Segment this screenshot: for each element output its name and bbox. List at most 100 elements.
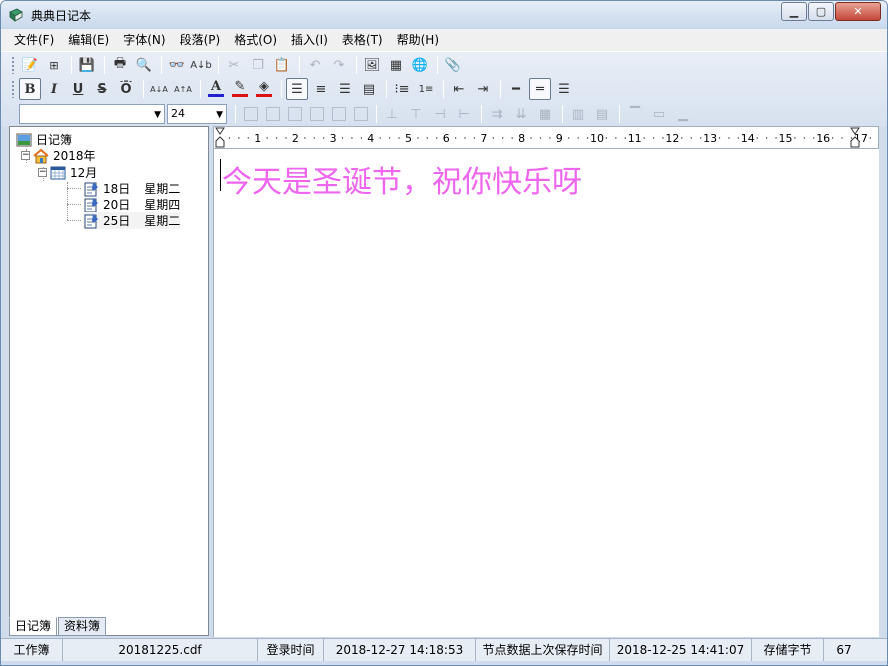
border-all-icon[interactable] — [244, 107, 258, 121]
insert-table-button[interactable]: ▦ — [385, 54, 407, 76]
tree-button[interactable]: ⊞ — [43, 54, 65, 76]
collapse-icon[interactable]: − — [21, 151, 30, 160]
font-name-combo[interactable]: ▼ — [19, 104, 165, 124]
align-right-icon: ☰ — [339, 81, 351, 97]
valign-middle-button[interactable]: ▭ — [648, 103, 670, 125]
tree-month-node[interactable]: − 12月 — [38, 164, 97, 181]
insert-column-left-button[interactable]: ⊣ — [429, 103, 451, 125]
bold-button[interactable]: B — [19, 78, 41, 100]
grow-font-button[interactable]: A↑A — [172, 78, 194, 100]
border-outer-icon[interactable] — [266, 107, 280, 121]
paste-button[interactable]: 📋 — [271, 54, 293, 76]
new-entry-button[interactable]: 📝 — [19, 54, 41, 76]
justify-button[interactable]: ▤ — [358, 78, 380, 100]
insert-row-above-icon: ⊥ — [386, 106, 398, 122]
font-color-button[interactable]: A — [205, 78, 227, 100]
font-size-combo[interactable]: 24 ▼ — [167, 104, 227, 124]
insert-row-below-button[interactable]: ⊤ — [405, 103, 427, 125]
redo-button[interactable]: ↷ — [328, 54, 350, 76]
valign-top-icon: ▔ — [630, 106, 640, 122]
attach-button[interactable]: 📎 — [442, 54, 464, 76]
ruler[interactable]: 1 2 3 4 5 6 7 8 9 10 11 12 13 14 15 16 17 — [213, 126, 881, 149]
standard-toolbar: 📝 ⊞ 💾 🖶 🔍 👓 A↓b ✂ ❐ 📋 ↶ ↷ 🖼 ▦ 🌐 📎 — [11, 53, 466, 77]
copy-button[interactable]: ❐ — [247, 54, 269, 76]
tree-entry-node[interactable]: 20日 星期四 — [83, 196, 180, 213]
insert-image-button[interactable]: 🖼 — [361, 54, 383, 76]
bullet-list-button[interactable]: ⁝≡ — [391, 78, 413, 100]
border-right-icon[interactable] — [310, 107, 324, 121]
strikethrough-button[interactable]: S — [91, 78, 113, 100]
find-button[interactable]: 👓 — [166, 54, 188, 76]
floppy-disk-icon: 💾 — [78, 57, 96, 73]
undo-button[interactable]: ↶ — [304, 54, 326, 76]
insert-row-above-button[interactable]: ⊥ — [381, 103, 403, 125]
outdent-button[interactable]: ⇤ — [448, 78, 470, 100]
split-cells-button[interactable]: ▤ — [591, 103, 613, 125]
delete-table-button[interactable]: ▦ — [534, 103, 556, 125]
ruler-number: 4 — [367, 132, 374, 145]
tab-material-book[interactable]: 资料簿 — [58, 617, 107, 636]
tree-entry-node-selected[interactable]: 25日 星期二 — [83, 212, 181, 229]
tree-entry-node[interactable]: 18日 星期二 — [83, 180, 180, 197]
align-right-button[interactable]: ☰ — [334, 78, 356, 100]
cut-button[interactable]: ✂ — [223, 54, 245, 76]
menu-insert[interactable]: 插入(I) — [284, 29, 335, 51]
line-spacing-single-button[interactable]: ━ — [505, 78, 527, 100]
delete-row-button[interactable]: ⇊ — [510, 103, 532, 125]
line-spacing-double-button[interactable]: ☰ — [553, 78, 575, 100]
status-bytes: 67 — [836, 643, 852, 657]
tree-root[interactable]: 日记簿 — [16, 131, 72, 148]
collapse-icon[interactable]: − — [38, 168, 47, 177]
delete-column-button[interactable]: ⇉ — [486, 103, 508, 125]
maximize-button[interactable]: ▢ — [808, 2, 834, 21]
border-bottom-icon[interactable] — [354, 107, 368, 121]
highlight-button[interactable]: ✎ — [229, 78, 251, 100]
vertical-scrollbar[interactable] — [865, 149, 879, 637]
border-top-icon[interactable] — [332, 107, 346, 121]
save-button[interactable]: 💾 — [76, 54, 98, 76]
indent-button[interactable]: ⇥ — [472, 78, 494, 100]
insert-link-button[interactable]: 🌐 — [409, 54, 431, 76]
menu-file[interactable]: 文件(F) — [7, 29, 61, 51]
merge-cells-button[interactable]: ▥ — [567, 103, 589, 125]
ruler-number: 14 — [741, 132, 755, 145]
valign-top-button[interactable]: ▔ — [624, 103, 646, 125]
line-spacing-1-5-button[interactable]: ═ — [529, 78, 551, 100]
align-center-button[interactable]: ≡ — [310, 78, 332, 100]
underline-button[interactable]: U — [67, 78, 89, 100]
print-preview-button[interactable]: 🔍 — [133, 54, 155, 76]
fill-color-button[interactable]: ◈ — [253, 78, 275, 100]
valign-bottom-button[interactable]: ▁ — [672, 103, 694, 125]
replace-button[interactable]: A↓b — [190, 54, 212, 76]
menu-format[interactable]: 格式(O) — [227, 29, 284, 51]
menu-font[interactable]: 字体(N) — [116, 29, 172, 51]
numbered-list-button[interactable]: 1≡ — [415, 78, 437, 100]
toolbar-grip[interactable] — [11, 56, 15, 74]
menu-edit[interactable]: 编辑(E) — [61, 29, 116, 51]
editor-area[interactable]: 今天是圣诞节，祝你快乐呀 — [213, 149, 865, 637]
menu-paragraph[interactable]: 段落(P) — [173, 29, 228, 51]
replace-icon: A↓b — [190, 59, 212, 71]
notebook-icon — [16, 133, 32, 146]
align-left-button[interactable]: ☰ — [286, 78, 308, 100]
ruler-number: 2 — [292, 132, 299, 145]
house-icon — [33, 148, 49, 163]
editor-content[interactable]: 今天是圣诞节，祝你快乐呀 — [222, 157, 582, 201]
tree-year-node[interactable]: − 2018年 — [21, 147, 96, 164]
new-note-icon: 📝 — [21, 57, 39, 73]
menu-table[interactable]: 表格(T) — [335, 29, 390, 51]
menu-help[interactable]: 帮助(H) — [390, 29, 446, 51]
toolbar-grip[interactable] — [11, 80, 15, 98]
ruler-number: 15 — [779, 132, 793, 145]
insert-column-right-button[interactable]: ⊢ — [453, 103, 475, 125]
indent-marker[interactable] — [215, 127, 225, 148]
redo-icon: ↷ — [333, 57, 345, 73]
border-left-icon[interactable] — [288, 107, 302, 121]
italic-button[interactable]: I — [43, 78, 65, 100]
print-button[interactable]: 🖶 — [109, 54, 131, 76]
minimize-button[interactable]: ▁ — [781, 2, 807, 21]
tab-diary-book[interactable]: 日记簿 — [9, 617, 58, 636]
overline-button[interactable]: Ō — [115, 78, 137, 100]
close-button[interactable]: ✕ — [835, 2, 881, 21]
shrink-font-button[interactable]: A↓A — [148, 78, 170, 100]
